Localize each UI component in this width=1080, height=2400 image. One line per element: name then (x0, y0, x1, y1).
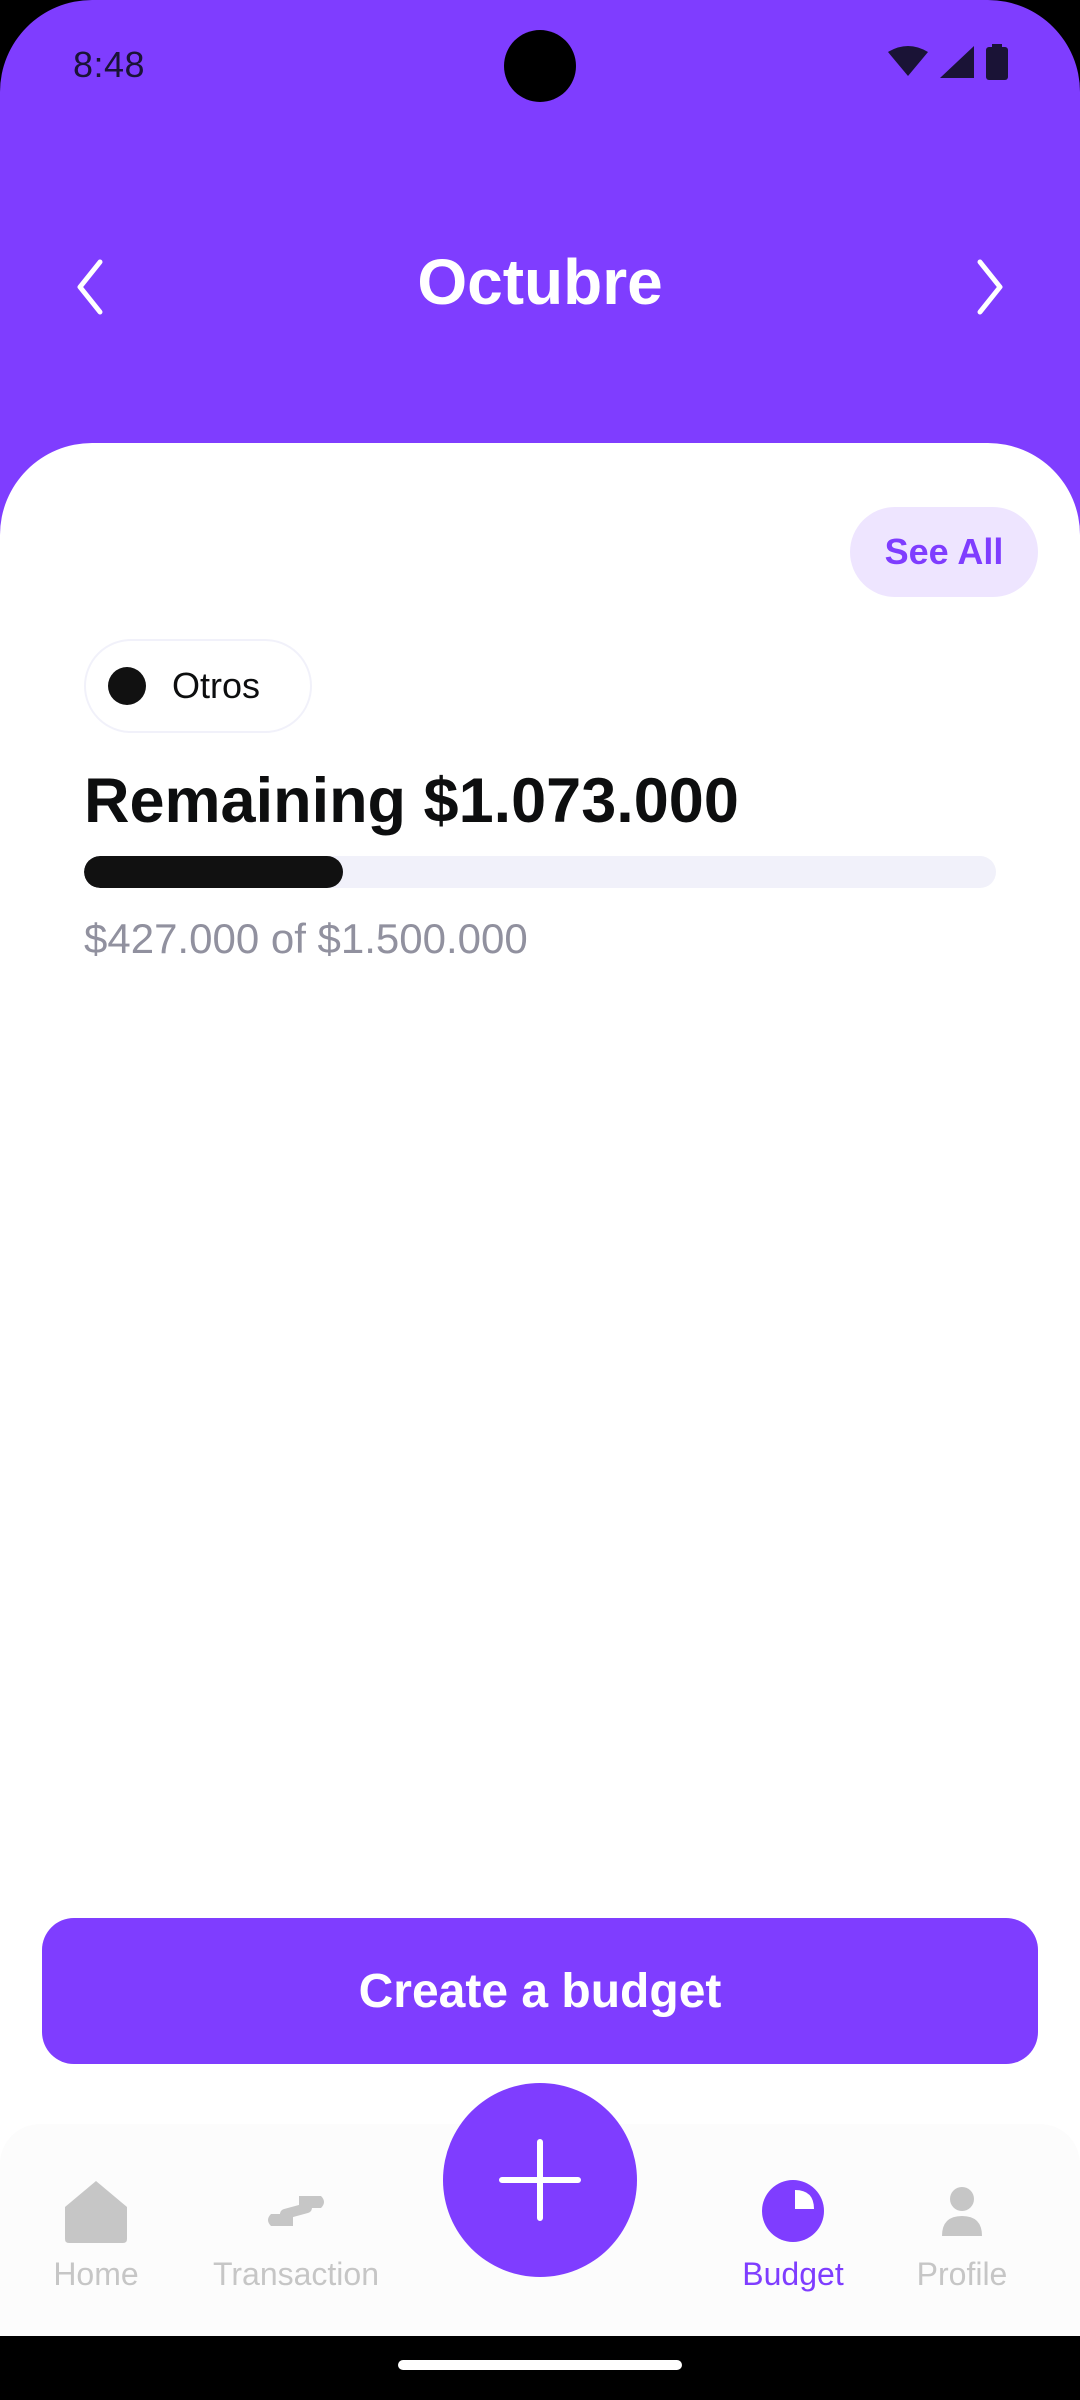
remaining-amount: Remaining $1.073.000 (84, 766, 739, 836)
chevron-right-icon (977, 259, 1003, 315)
category-color-dot (108, 667, 146, 705)
nav-item-profile[interactable]: Profile (902, 2124, 1022, 2336)
nav-label-home: Home (53, 2256, 139, 2292)
category-chip: Otros (84, 639, 312, 733)
nav-label-profile: Profile (916, 2256, 1008, 2292)
nav-label-budget: Budget (742, 2256, 844, 2292)
transaction-icon (268, 2196, 324, 2226)
camera-cutout (504, 30, 576, 102)
nav-item-transaction[interactable]: Transaction (196, 2124, 396, 2336)
see-all-button[interactable]: See All (850, 507, 1038, 597)
status-icons (888, 44, 1008, 85)
page-title: Octubre (417, 246, 663, 318)
nav-label-transaction: Transaction (213, 2256, 379, 2292)
battery-icon (986, 44, 1008, 85)
signal-icon (940, 46, 974, 83)
status-time: 8:48 (73, 44, 146, 85)
screen: 8:48 Octubre See All Otros Remaining $1.… (0, 0, 1080, 2400)
status-bar: 8:48 (0, 0, 1080, 130)
home-indicator[interactable] (398, 2360, 682, 2370)
budget-progress-bar (84, 856, 996, 888)
add-transaction-button[interactable] (443, 2083, 637, 2277)
nav-item-budget[interactable]: Budget (718, 2124, 868, 2336)
category-label: Otros (172, 665, 261, 706)
wifi-icon (888, 46, 928, 83)
plus-icon (499, 2139, 581, 2221)
next-month-button[interactable] (958, 252, 1018, 322)
user-icon (942, 2187, 982, 2236)
home-icon (65, 2181, 127, 2243)
nav-item-home[interactable]: Home (36, 2124, 156, 2336)
pie-chart-icon (762, 2180, 824, 2242)
spent-of-total: $427.000 of $1.500.000 (84, 915, 528, 962)
budget-progress-fill (84, 856, 343, 888)
create-budget-button[interactable]: Create a budget (42, 1918, 1038, 2064)
